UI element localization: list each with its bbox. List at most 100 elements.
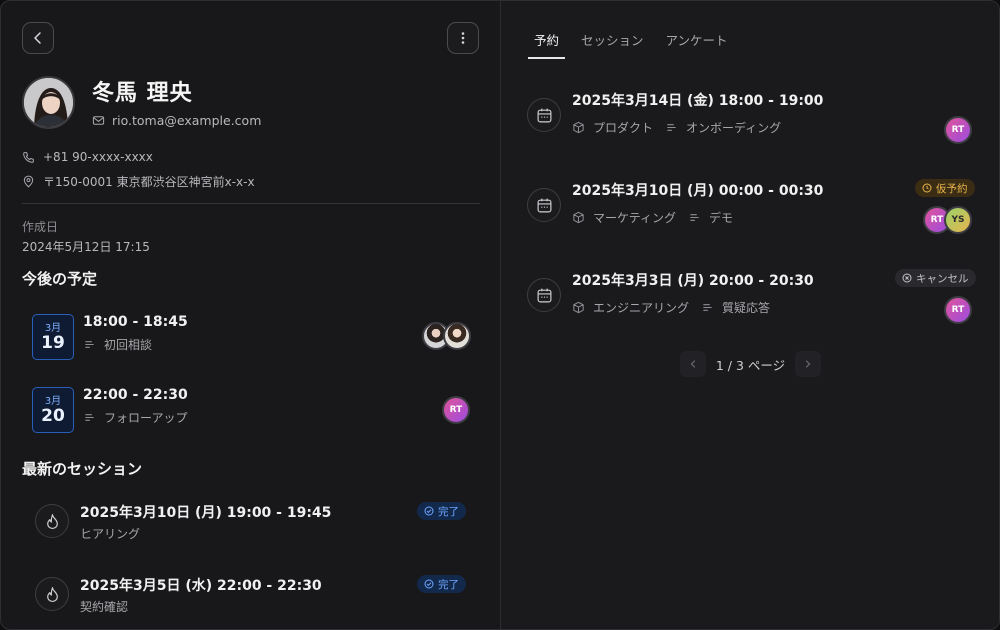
- date-badge: 3月 20: [32, 387, 74, 433]
- booking-datetime: 2025年3月14日 (金) 18:00 - 19:00: [572, 93, 824, 109]
- booking-meta: プロダクト オンボーディング: [572, 119, 781, 136]
- chevron-left-icon: [34, 32, 41, 44]
- booking-icon-ring: [527, 188, 561, 222]
- event-type: フォローアップ: [104, 411, 188, 425]
- session-type: ヒアリング: [80, 527, 141, 541]
- session-datetime: 2025年3月10日 (月) 19:00 - 19:45: [80, 505, 332, 521]
- list-icon: [690, 214, 699, 221]
- tab-sessions[interactable]: セッション: [575, 27, 650, 59]
- session-icon-ring: [35, 504, 69, 538]
- upcoming-title: 今後の予定: [22, 270, 98, 288]
- list-icon: [85, 341, 94, 348]
- session-icon-ring: [35, 577, 69, 611]
- tab-bar: 予約 セッション アンケート: [528, 27, 744, 59]
- flame-icon: [46, 586, 58, 602]
- calendar-icon: [537, 108, 551, 122]
- x-circle-icon: [902, 273, 912, 283]
- contact-detail-panel: 冬馬 理央 rio.toma@example.com +81 90-xxxx-x…: [1, 1, 501, 629]
- status-label: 完了: [438, 578, 459, 591]
- sessions-title: 最新のセッション: [22, 460, 143, 478]
- box-icon: [573, 301, 584, 314]
- date-month: 3月: [44, 323, 62, 334]
- list-icon: [667, 124, 676, 131]
- attendee-avatar: YS: [944, 206, 972, 234]
- box-icon: [573, 121, 584, 134]
- attendee-avatar: RT: [442, 396, 470, 424]
- flame-icon: [46, 513, 58, 529]
- status-badge: 仮予約: [915, 179, 975, 197]
- email-row: rio.toma@example.com: [92, 113, 261, 128]
- event-type-row: 初回相談: [83, 336, 152, 353]
- booking-item[interactable]: 2025年3月14日 (金) 18:00 - 19:00 プロダクト オンボーデ…: [527, 89, 977, 159]
- event-time: 22:00 - 22:30: [83, 387, 188, 403]
- more-options-button[interactable]: [447, 22, 479, 54]
- next-page-button[interactable]: [794, 351, 821, 377]
- list-icon: [703, 304, 712, 311]
- page-indicator: 1 / 3 ページ: [715, 357, 786, 373]
- status-badge: 完了: [417, 575, 466, 593]
- date-day: 19: [41, 333, 65, 353]
- mail-icon: [92, 116, 105, 125]
- check-circle-icon: [424, 506, 434, 516]
- booking-type: デモ: [709, 211, 734, 225]
- booking-icon-ring: [527, 278, 561, 312]
- created-label: 作成日: [22, 220, 59, 234]
- divider: [22, 203, 480, 204]
- prev-page-button[interactable]: [680, 351, 706, 377]
- more-vertical-icon: [461, 32, 465, 44]
- tab-surveys[interactable]: アンケート: [660, 27, 734, 59]
- booking-type: オンボーディング: [686, 121, 782, 135]
- address-row: 〒150-0001 東京都渋谷区神宮前x-x-x: [22, 173, 255, 190]
- date-month: 3月: [44, 396, 62, 407]
- status-label: 仮予約: [936, 182, 968, 195]
- phone-row: +81 90-xxxx-xxxx: [22, 150, 153, 164]
- phone-icon: [23, 151, 34, 163]
- booking-item[interactable]: 2025年3月3日 (月) 20:00 - 20:30 エンジニアリング 質疑応…: [527, 269, 977, 339]
- booking-meta: エンジニアリング 質疑応答: [572, 299, 770, 316]
- created-value: 2024年5月12日 17:15: [22, 240, 150, 254]
- booking-product: マーケティング: [593, 211, 677, 225]
- session-datetime: 2025年3月5日 (水) 22:00 - 22:30: [80, 578, 322, 594]
- attendee-avatar: RT: [944, 116, 972, 144]
- date-badge: 3月 19: [32, 314, 74, 360]
- chevron-right-icon: [805, 360, 811, 368]
- status-badge: 完了: [417, 502, 466, 520]
- pagination: 1 / 3 ページ: [680, 350, 821, 378]
- chevron-left-icon: [690, 360, 696, 368]
- session-type: 契約確認: [80, 600, 129, 614]
- booking-type: 質疑応答: [722, 301, 771, 315]
- booking-datetime: 2025年3月3日 (月) 20:00 - 20:30: [572, 273, 814, 289]
- booking-icon-ring: [527, 98, 561, 132]
- status-label: キャンセル: [916, 272, 969, 285]
- session-item[interactable]: 2025年3月10日 (月) 19:00 - 19:45 ヒアリング 完了: [22, 502, 480, 562]
- booking-meta: マーケティング デモ: [572, 209, 733, 226]
- contact-address: 〒150-0001 東京都渋谷区神宮前x-x-x: [43, 175, 255, 189]
- event-type: 初回相談: [104, 338, 153, 352]
- booking-product: エンジニアリング: [593, 301, 690, 315]
- attendee-avatar: [443, 322, 471, 350]
- calendar-icon: [537, 198, 551, 212]
- profile-avatar: [22, 76, 75, 129]
- status-badge: キャンセル: [895, 269, 976, 287]
- back-button[interactable]: [22, 22, 54, 54]
- map-pin-icon: [23, 175, 34, 188]
- box-icon: [573, 211, 584, 224]
- upcoming-event[interactable]: 3月 20 22:00 - 22:30 フォローアップ RT: [22, 382, 480, 442]
- attendee-avatar: RT: [944, 296, 972, 324]
- contact-email[interactable]: rio.toma@example.com: [112, 113, 261, 128]
- calendar-icon: [537, 288, 551, 302]
- booking-item[interactable]: 2025年3月10日 (月) 00:00 - 00:30 マーケティング デモ …: [527, 179, 977, 249]
- list-icon: [85, 414, 94, 421]
- status-label: 完了: [438, 505, 459, 518]
- date-day: 20: [41, 406, 65, 426]
- booking-product: プロダクト: [593, 121, 654, 135]
- event-time: 18:00 - 18:45: [83, 314, 188, 330]
- booking-datetime: 2025年3月10日 (月) 00:00 - 00:30: [572, 183, 824, 199]
- session-item[interactable]: 2025年3月5日 (水) 22:00 - 22:30 契約確認 完了: [22, 575, 480, 629]
- contact-phone[interactable]: +81 90-xxxx-xxxx: [43, 150, 153, 164]
- clock-icon: [922, 183, 932, 193]
- profile-photo: [24, 78, 73, 127]
- upcoming-event[interactable]: 3月 19 18:00 - 18:45 初回相談: [22, 309, 480, 369]
- contact-name: 冬馬 理央: [92, 81, 193, 106]
- tab-bookings[interactable]: 予約: [528, 27, 566, 59]
